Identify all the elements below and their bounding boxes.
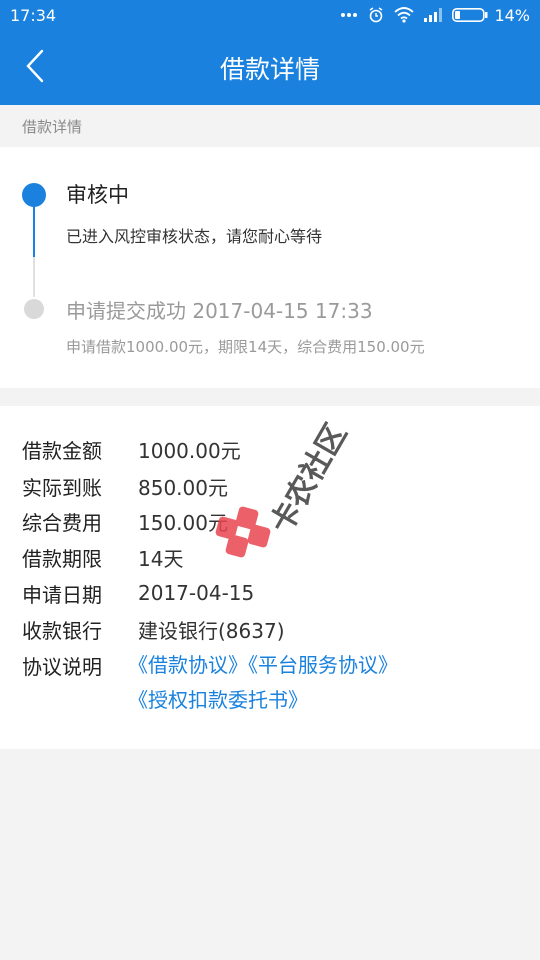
status-icons: 14% <box>340 6 530 25</box>
detail-row-amount: 借款金额 1000.00元 <box>22 434 241 464</box>
status-bar: 17:34 14% <box>0 0 540 30</box>
signal-icon <box>424 8 443 22</box>
detail-row-agreements: 协议说明 <box>22 650 138 680</box>
platform-service-agreement-link[interactable]: 《平台服务协议》 <box>248 653 398 677</box>
authorization-debit-link[interactable]: 《授权扣款委托书》 <box>128 688 308 712</box>
step-desc-reviewing: 已进入风控审核状态，请您耐心等待 <box>66 227 323 246</box>
detail-row-fee: 综合费用 150.00元 <box>22 506 228 536</box>
detail-row-term: 借款期限 14天 <box>22 542 183 572</box>
detail-label: 协议说明 <box>22 654 102 679</box>
battery: 14% <box>452 6 530 25</box>
detail-label: 收款银行 <box>22 618 102 643</box>
detail-value: 150.00元 <box>138 510 228 535</box>
status-time: 17:34 <box>10 5 57 25</box>
timeline-line-inactive <box>33 257 35 297</box>
detail-row-date: 申请日期 2017-04-15 <box>22 578 254 608</box>
loan-detail-card: 借款金额 1000.00元 实际到账 850.00元 综合费用 150.00元 … <box>0 406 540 749</box>
section-header: 借款详情 <box>0 105 540 147</box>
agreement-links: 《借款协议》《平台服务协议》 《授权扣款委托书》 <box>128 648 508 718</box>
detail-label: 借款期限 <box>22 546 102 571</box>
back-button[interactable] <box>10 40 60 95</box>
step-title-reviewing: 审核中 <box>66 183 129 207</box>
page-title: 借款详情 <box>219 54 320 84</box>
loan-agreement-link[interactable]: 《借款协议》 <box>128 653 248 677</box>
detail-value: 2017-04-15 <box>138 581 255 605</box>
detail-label: 综合费用 <box>22 510 102 535</box>
detail-value: 850.00元 <box>138 475 228 500</box>
alarm-icon <box>368 7 384 23</box>
step-desc-submitted: 申请借款1000.00元，期限14天，综合费用150.00元 <box>66 338 425 356</box>
detail-value: 建设银行(8637) <box>138 618 285 643</box>
detail-row-bank: 收款银行 建设银行(8637) <box>22 614 285 644</box>
chevron-left-icon <box>25 49 45 87</box>
detail-label: 实际到账 <box>22 475 102 500</box>
detail-value: 14天 <box>138 546 184 571</box>
step-title-submitted: 申请提交成功 2017-04-15 17:33 <box>66 299 373 323</box>
detail-label: 借款金额 <box>22 438 102 463</box>
battery-icon <box>452 8 488 22</box>
detail-label: 申请日期 <box>22 582 102 607</box>
detail-row-received: 实际到账 850.00元 <box>22 471 228 501</box>
progress-timeline: 审核中 已进入风控审核状态，请您耐心等待 申请提交成功 2017-04-15 1… <box>0 147 540 388</box>
battery-percent: 14% <box>494 5 530 25</box>
wifi-icon <box>394 7 415 23</box>
detail-value: 1000.00元 <box>138 438 241 463</box>
nav-bar: 借款详情 <box>0 30 540 105</box>
timeline-dot-inactive <box>24 299 44 319</box>
more-icon <box>340 12 358 18</box>
timeline-dot-active <box>22 183 46 207</box>
